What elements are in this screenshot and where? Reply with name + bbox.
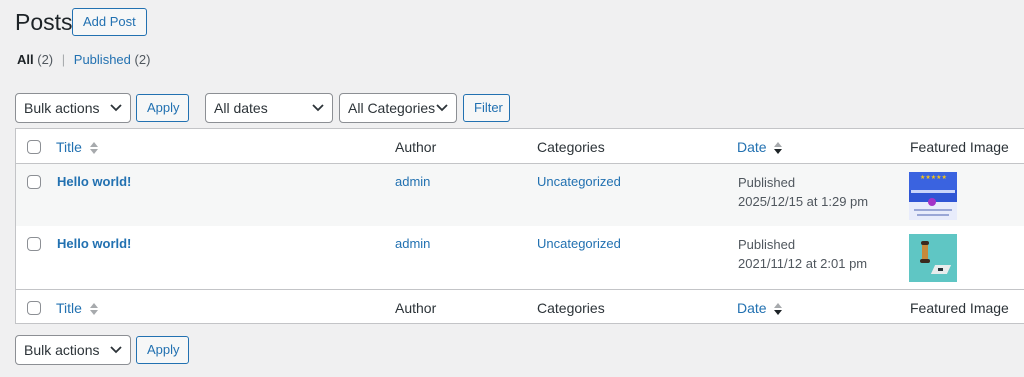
apply-button-top[interactable]: Apply — [136, 94, 189, 122]
table-row: Hello world! admin Uncategorized Publish… — [16, 164, 1024, 226]
sort-icon — [89, 303, 98, 316]
column-featured-image-header: Featured Image — [910, 139, 1009, 155]
column-title-footer[interactable]: Title — [56, 299, 99, 317]
dates-select[interactable]: All dates — [205, 93, 333, 123]
column-author-footer: Author — [395, 300, 437, 316]
chevron-down-icon — [436, 104, 448, 112]
author-link[interactable]: admin — [395, 174, 430, 189]
row-checkbox[interactable] — [27, 237, 41, 251]
post-status: Published — [738, 175, 796, 190]
apply-button-bottom[interactable]: Apply — [136, 336, 189, 364]
categories-select[interactable]: All Categories — [339, 93, 457, 123]
chevron-down-icon — [110, 104, 122, 112]
author-link[interactable]: admin — [395, 236, 430, 251]
page-title: Posts — [15, 9, 73, 35]
column-categories-footer: Categories — [537, 300, 605, 316]
bulk-actions-value: Bulk actions — [24, 342, 100, 358]
column-categories-header: Categories — [537, 139, 605, 155]
filter-all-link[interactable]: All — [17, 52, 34, 67]
post-date: 2025/12/15 at 1:29 pm — [738, 194, 869, 209]
select-all-checkbox-bottom[interactable] — [27, 301, 41, 315]
filter-separator: | — [61, 52, 66, 67]
category-link[interactable]: Uncategorized — [537, 174, 621, 189]
chevron-down-icon — [110, 346, 122, 354]
status-filter-links: All (2) | Published (2) — [17, 52, 150, 68]
featured-image-thumbnail[interactable] — [909, 234, 957, 282]
column-date-footer[interactable]: Date — [737, 299, 783, 317]
bulk-actions-value: Bulk actions — [24, 100, 100, 116]
post-status: Published — [738, 237, 796, 252]
categories-value: All Categories — [348, 100, 436, 116]
bulk-actions-select-bottom[interactable]: Bulk actions — [15, 335, 131, 365]
post-date: 2021/11/12 at 2:01 pm — [738, 256, 868, 271]
add-post-button[interactable]: Add Post — [72, 8, 147, 36]
post-title-link[interactable]: Hello world! — [57, 236, 131, 251]
footer-divider — [16, 289, 1024, 290]
column-date-header[interactable]: Date — [737, 138, 783, 156]
bulk-actions-select-top[interactable]: Bulk actions — [15, 93, 131, 123]
filter-button[interactable]: Filter — [463, 94, 510, 122]
table-row: Hello world! admin Uncategorized Publish… — [16, 226, 1024, 289]
posts-table: Title Author Categories Date Featured Im… — [15, 128, 1024, 324]
featured-image-thumbnail[interactable]: ★★★★★ — [909, 172, 957, 220]
sort-icon — [89, 142, 98, 155]
column-featured-image-footer: Featured Image — [910, 300, 1009, 316]
row-checkbox[interactable] — [27, 175, 41, 189]
sort-desc-icon — [774, 142, 783, 155]
post-title-link[interactable]: Hello world! — [57, 174, 131, 189]
category-link[interactable]: Uncategorized — [537, 236, 621, 251]
filter-published-count: (2) — [134, 52, 151, 67]
dates-value: All dates — [214, 100, 268, 116]
column-author-header: Author — [395, 139, 437, 155]
filter-published-link[interactable]: Published — [74, 52, 131, 67]
column-title-header[interactable]: Title — [56, 138, 99, 156]
select-all-checkbox[interactable] — [27, 140, 41, 154]
chevron-down-icon — [312, 104, 324, 112]
sort-desc-icon — [774, 303, 783, 316]
filter-all-count: (2) — [37, 52, 54, 67]
